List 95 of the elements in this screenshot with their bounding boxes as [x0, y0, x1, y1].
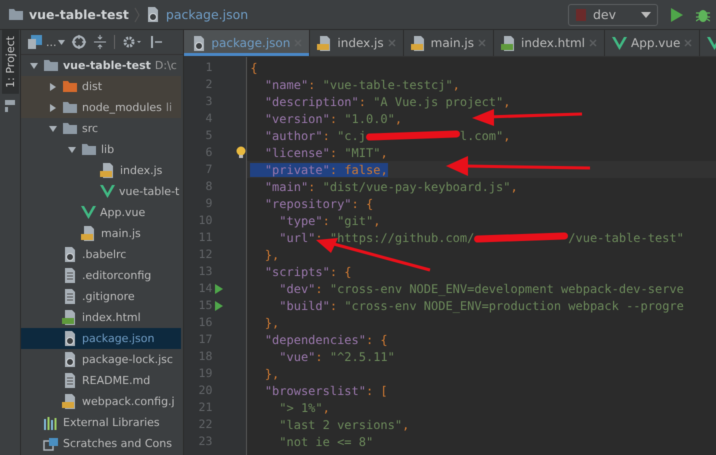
file-icon [410, 36, 427, 50]
tree-item[interactable]: dist [21, 76, 182, 97]
tree-item[interactable]: lib [21, 139, 182, 160]
target-icon[interactable] [72, 35, 86, 49]
view-dropdown[interactable]: ... [46, 36, 64, 48]
code-line: }, [264, 248, 280, 262]
expanded-arrow-icon[interactable] [67, 144, 77, 154]
tree-item[interactable]: vue-table-t [21, 181, 182, 202]
tree-item[interactable]: Scratches and Cons [21, 433, 182, 454]
code-line: "author": "c.j [264, 128, 366, 142]
tree-item[interactable]: .gitignore [21, 286, 182, 307]
editor-tab[interactable]: main.js [404, 30, 494, 56]
folder-icon [62, 101, 78, 114]
folder-icon [8, 8, 24, 21]
tree-item[interactable]: main.js [21, 223, 182, 244]
run-icon[interactable] [215, 300, 224, 310]
path-hint: D:\c [154, 59, 177, 72]
tree-item[interactable]: README.md [21, 370, 182, 391]
vue-logo-icon [81, 206, 96, 219]
library-icon [43, 416, 59, 430]
breadcrumb-item[interactable]: package.json [166, 7, 248, 22]
tree-item[interactable]: src [21, 118, 182, 139]
tree-item[interactable]: package-lock.jsc [21, 349, 182, 370]
caret-icon [641, 12, 651, 18]
code-line: }, [264, 366, 280, 380]
code-line: "version": "1.0.0", [264, 112, 402, 126]
caret-icon [58, 40, 64, 44]
file-icon [62, 373, 78, 388]
chevron-icon [134, 6, 140, 22]
file-icon [81, 226, 97, 241]
structure-icon[interactable] [5, 100, 15, 112]
folder-icon [81, 143, 97, 156]
config-icon [575, 8, 587, 22]
project-tool-tab[interactable]: 1: Project [2, 30, 18, 94]
folder-icon [62, 122, 78, 135]
code-line: "description": "A Vue.js project", [264, 94, 510, 108]
code-line: l.com", [460, 128, 510, 142]
code-line: "name": "vue-table-testcj", [264, 78, 460, 92]
run-config-dropdown[interactable]: dev [568, 4, 658, 26]
expanded-arrow-icon[interactable] [48, 124, 58, 134]
code-line: "build": "cross-env NODE_ENV=production webpack --progre [278, 298, 684, 312]
lightbulb-icon[interactable] [236, 146, 246, 159]
code-line: }, [264, 316, 280, 330]
tree-item[interactable]: vue-table-test D:\c [21, 55, 182, 76]
collapse-icon[interactable] [92, 35, 106, 49]
tree-item[interactable]: webpack.config.j [21, 391, 182, 412]
code-line: "vue": "^2.5.11" [278, 350, 395, 364]
file-icon [62, 268, 78, 283]
file-icon [62, 352, 78, 367]
editor-tab[interactable]: App.vue [605, 30, 700, 56]
path-hint: li [166, 101, 172, 114]
code-line: "last 2 versions", [278, 418, 410, 432]
tree-item[interactable]: .editorconfig [21, 265, 182, 286]
code-line: "type": "git", [278, 214, 380, 228]
file-icon [62, 310, 78, 325]
code-line: "license": "MIT", [264, 146, 388, 160]
scratch-file-icon [43, 436, 59, 450]
project-view-icon[interactable] [27, 34, 43, 50]
tree-item[interactable]: External Libraries [21, 412, 182, 433]
tree-item[interactable]: index.html [21, 307, 182, 328]
tree-item[interactable]: .babelrc [21, 244, 182, 265]
expanded-arrow-icon[interactable] [29, 60, 39, 70]
breadcrumb-item[interactable]: vue-table-test [29, 7, 129, 22]
file-icon [62, 394, 78, 409]
code-line: "dependencies": { [264, 332, 388, 346]
vue-logo-icon [612, 36, 627, 50]
editor-tab[interactable]: index.js [310, 30, 404, 56]
collapsed-arrow-icon[interactable] [48, 102, 58, 112]
code-line: "repository": { [264, 196, 374, 210]
tree-item[interactable]: package.json [21, 328, 182, 349]
file-icon [62, 289, 78, 304]
code-line: "> 1%", [278, 400, 330, 414]
editor-tab[interactable]: index.html [494, 30, 605, 56]
settings-icon[interactable] [122, 35, 142, 49]
tree-item[interactable]: App.vue [21, 202, 182, 223]
code-line: "private": false, [250, 162, 388, 176]
folder-icon [43, 59, 59, 72]
tree-item[interactable]: node_modules li [21, 97, 182, 118]
code-line: "not ie <= 8" [278, 434, 374, 448]
play-icon[interactable] [670, 6, 684, 22]
run-icon[interactable] [215, 284, 224, 294]
folder-icon [62, 80, 78, 93]
code-line: "browserslist": [ [264, 384, 388, 398]
code-line: "main": "dist/vue-pay-keyboard.js", [264, 180, 518, 194]
hide-panel-icon[interactable] [148, 35, 162, 49]
code-line: "dev": "cross-env NODE_ENV=development webpack-dev-serve [278, 282, 684, 296]
code-line: { [250, 60, 258, 74]
tree-item[interactable]: index.js [21, 160, 182, 181]
collapsed-arrow-icon[interactable] [48, 82, 58, 92]
file-icon [100, 163, 116, 178]
file-icon [62, 247, 78, 262]
code-line: /vue-table-test" [568, 230, 684, 244]
code-line: "scripts": { [264, 264, 352, 278]
vue-logo-icon [100, 185, 115, 198]
file-icon [62, 331, 78, 346]
